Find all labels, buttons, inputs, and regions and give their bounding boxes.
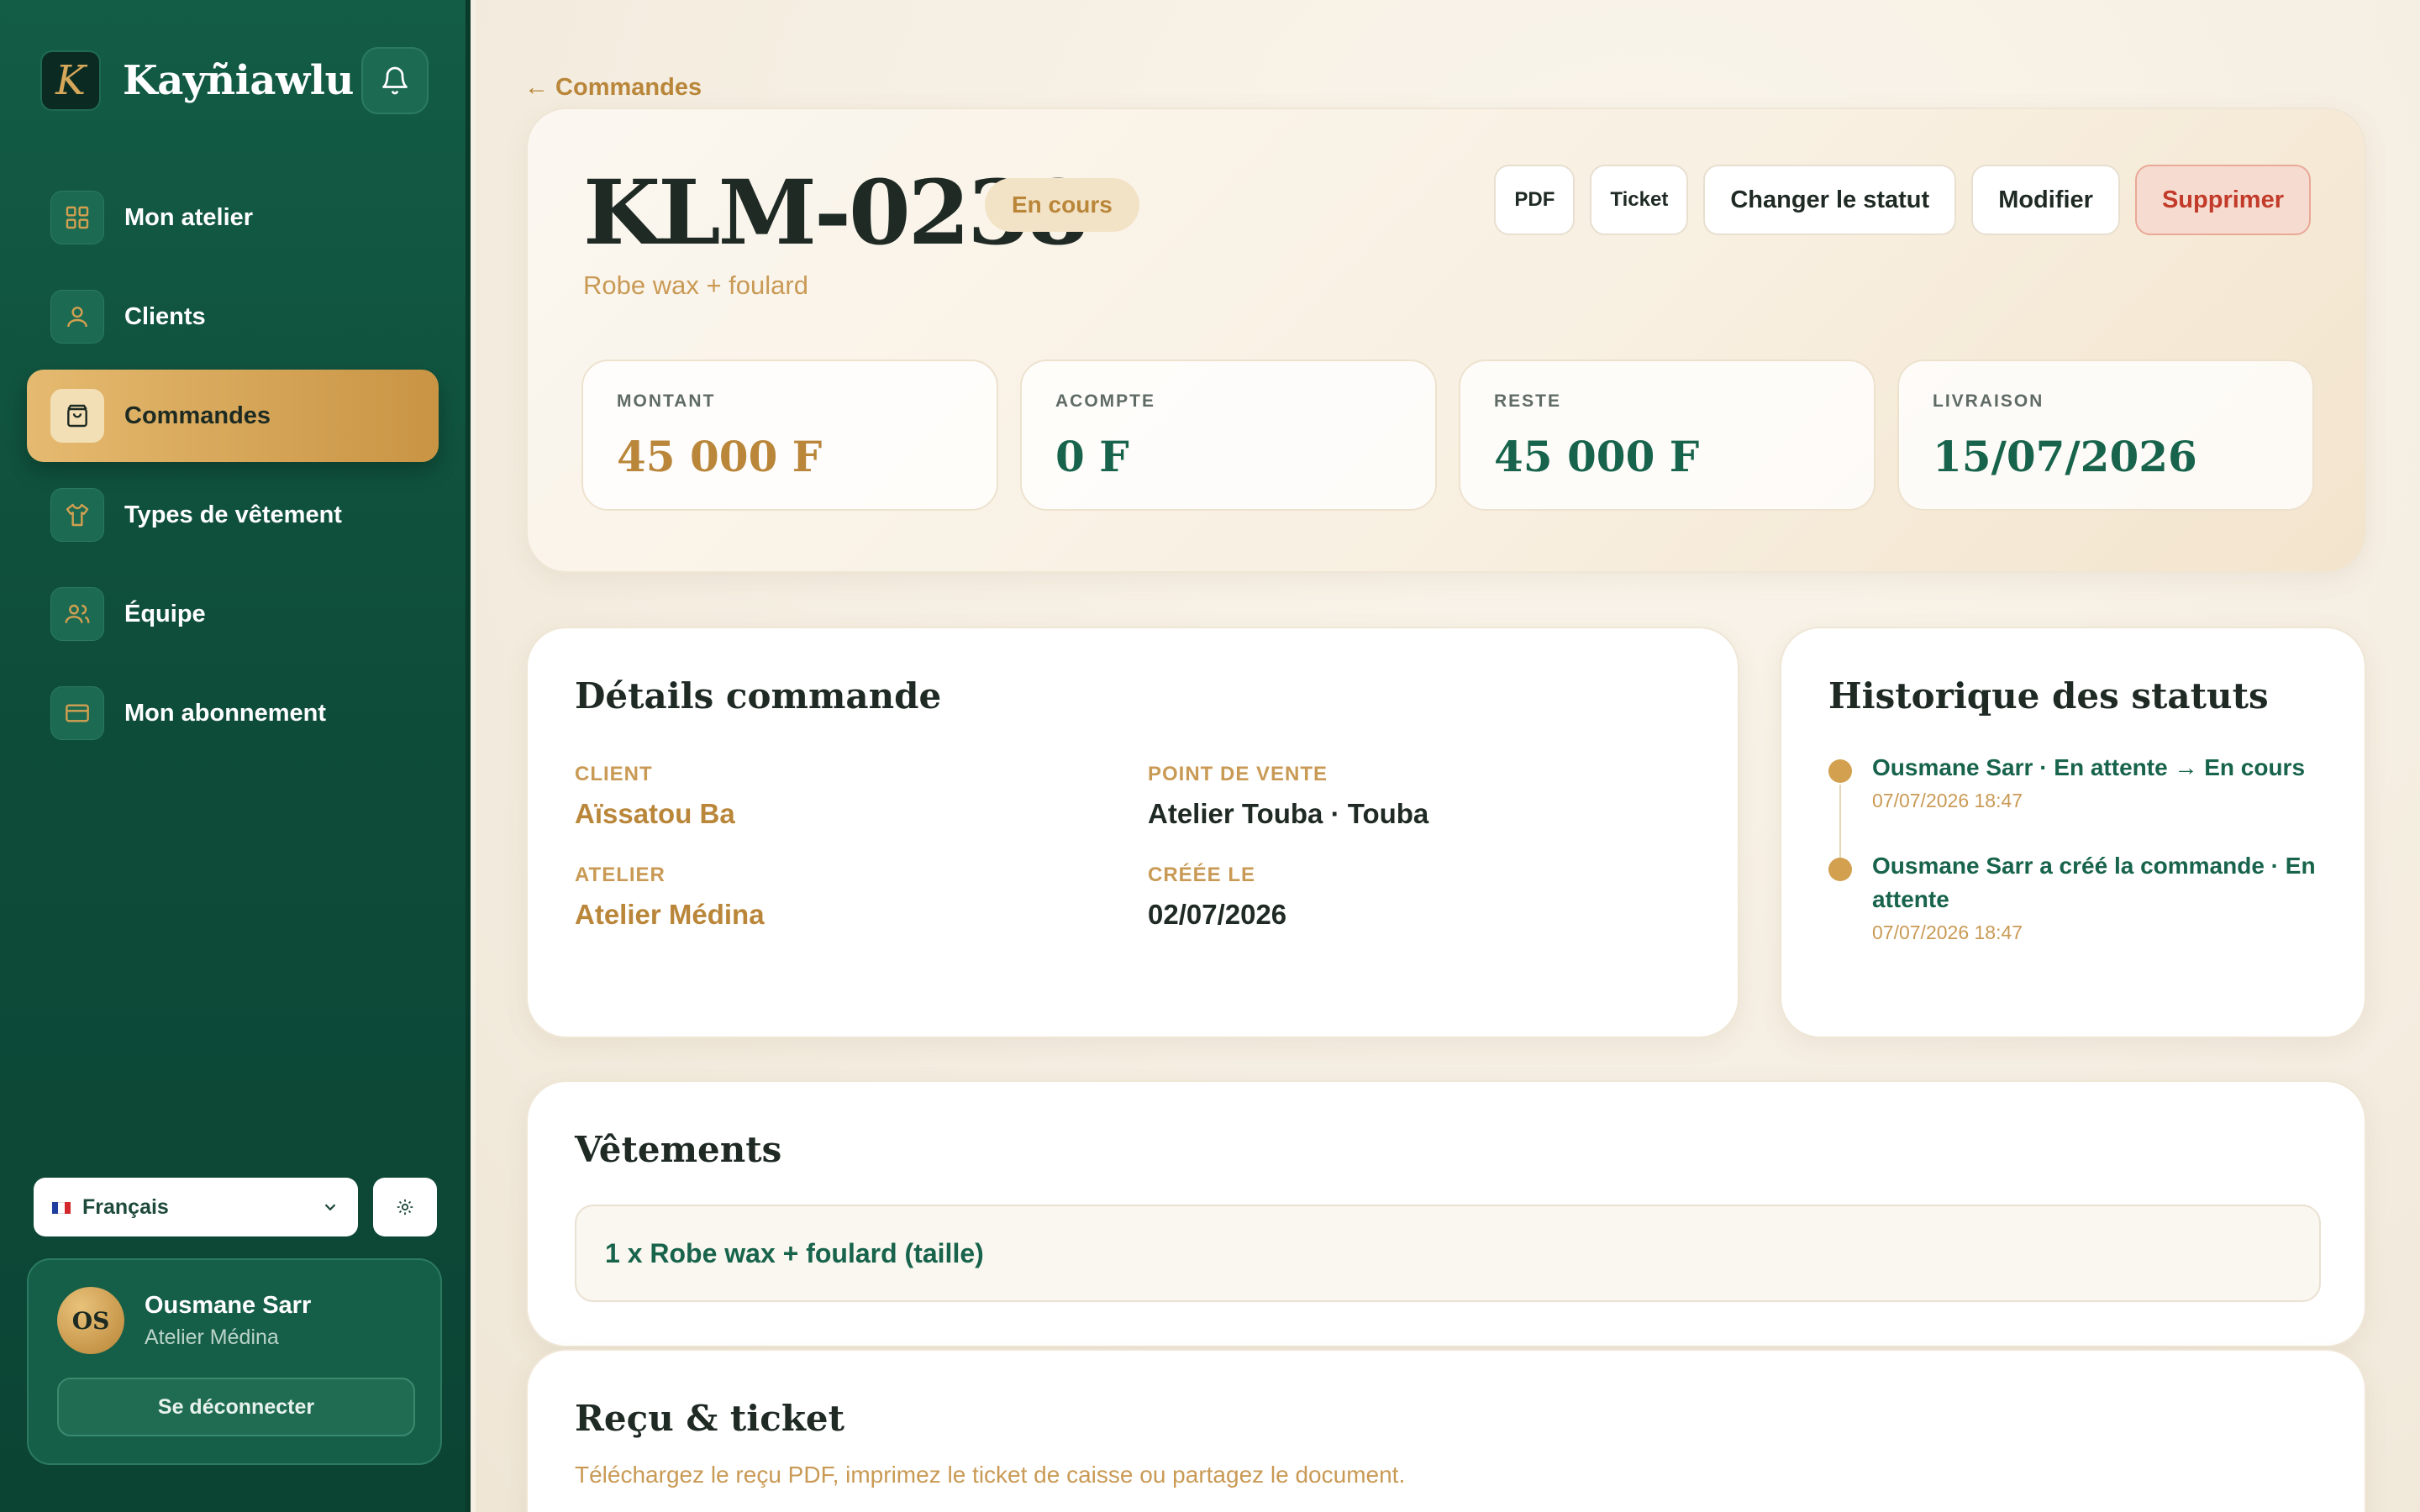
timeline-time: 07/07/2026 18:47	[1872, 790, 2023, 811]
client-link[interactable]: Aïssatou Ba	[575, 798, 735, 830]
details-title: Détails commande	[575, 675, 942, 717]
timeline-item: Ousmane Sarr · En attente → En cours 07/…	[1828, 751, 2333, 865]
sun-icon	[397, 1199, 413, 1215]
avatar[interactable]: OS	[57, 1287, 124, 1354]
field-label: CRÉÉE LE	[1148, 864, 1256, 886]
receipt-description: Téléchargez le reçu PDF, imprimez le tic…	[575, 1462, 1406, 1488]
user-card: OS Ousmane Sarr Atelier Médina Se déconn…	[27, 1258, 442, 1465]
timeline-dot	[1828, 858, 1852, 881]
stat-value: 0 F	[1055, 432, 1129, 481]
language-value-wrap: Français	[52, 1195, 169, 1220]
sidebar-item-abonnement[interactable]: Mon abonnement	[27, 667, 439, 759]
timeline-time: 07/07/2026 18:47	[1872, 921, 2023, 943]
order-subtitle: Robe wax + foulard	[583, 270, 808, 300]
sidebar-item-label: Équipe	[124, 600, 206, 627]
brand[interactable]: K Kayñiawlu	[40, 50, 354, 111]
stat-label: RESTE	[1494, 391, 1562, 411]
garments-card: Vêtements 1 x Robe wax + foulard (taille…	[526, 1080, 2366, 1347]
stat-livraison: LIVRAISON 15/07/2026	[1897, 360, 2314, 511]
brand-logo: K	[40, 50, 101, 111]
back-to-orders-link[interactable]: ← Commandes	[524, 74, 702, 102]
ticket-button[interactable]: Ticket	[1590, 165, 1689, 235]
timeline: Ousmane Sarr · En attente → En cours 07/…	[1828, 751, 2333, 981]
stat-reste: RESTE 45 000 F	[1459, 360, 1876, 511]
notifications-button[interactable]	[361, 47, 429, 114]
shopping-bag-icon	[50, 389, 104, 443]
stat-label: LIVRAISON	[1933, 391, 2044, 411]
field-label: CLIENT	[575, 763, 653, 785]
sidebar-item-label: Commandes	[124, 402, 271, 429]
field-label: POINT DE VENTE	[1148, 763, 1328, 785]
timeline-text: Ousmane Sarr a créé la commande · En att…	[1872, 853, 2316, 912]
main-content: ← Commandes KLM-0238 En cours Robe wax +…	[476, 0, 2420, 1512]
timeline-dot	[1828, 759, 1852, 783]
chevron-down-icon	[324, 1204, 336, 1211]
stats-row: MONTANT 45 000 F ACOMPTE 0 F RESTE 45 00…	[581, 360, 2314, 511]
field-value: 02/07/2026	[1148, 899, 1287, 930]
garment-item[interactable]: 1 x Robe wax + foulard (taille)	[575, 1205, 2321, 1302]
stat-montant: MONTANT 45 000 F	[581, 360, 998, 511]
sidebar-item-label: Types de vêtement	[124, 501, 342, 528]
sidebar-item-label: Mon abonnement	[124, 699, 327, 727]
delete-button[interactable]: Supprimer	[2134, 165, 2311, 235]
order-header-card: KLM-0238 En cours Robe wax + foulard PDF…	[526, 108, 2366, 573]
atelier-link[interactable]: Atelier Médina	[575, 899, 765, 931]
sidebar-item-equipe[interactable]: Équipe	[27, 568, 439, 660]
atelier-field: ATELIER Atelier Médina	[575, 864, 765, 931]
edit-button[interactable]: Modifier	[1971, 165, 2120, 235]
user-name: Ousmane Sarr	[145, 1292, 312, 1319]
change-status-button[interactable]: Changer le statut	[1703, 165, 1957, 235]
receipt-card: Reçu & ticket Téléchargez le reçu PDF, i…	[526, 1349, 2366, 1512]
field-value: Atelier Touba · Touba	[1148, 798, 1429, 829]
stat-label: ACOMPTE	[1055, 391, 1155, 411]
bell-icon	[382, 66, 408, 95]
stat-label: MONTANT	[617, 391, 716, 411]
created-field: CRÉÉE LE 02/07/2026	[1148, 864, 1286, 931]
garments-title: Vêtements	[575, 1129, 782, 1170]
timeline-item: Ousmane Sarr a créé la commande · En att…	[1828, 849, 2333, 944]
client-field: CLIENT Aïssatou Ba	[575, 763, 735, 830]
sidebar: K Kayñiawlu Mon atelier Clients Commande…	[0, 0, 471, 1512]
status-badge: En cours	[985, 178, 1139, 232]
order-details-card: Détails commande CLIENT Aïssatou Ba POIN…	[526, 627, 1739, 1038]
brand-name: Kayñiawlu	[123, 57, 354, 104]
sidebar-item-commandes[interactable]: Commandes	[27, 370, 439, 462]
stat-acompte: ACOMPTE 0 F	[1020, 360, 1437, 511]
stat-value: 45 000 F	[1494, 432, 1700, 481]
action-toolbar: PDF Ticket Changer le statut Modifier Su…	[1494, 165, 2311, 235]
french-flag-icon	[52, 1201, 71, 1214]
sidebar-item-label: Mon atelier	[124, 203, 254, 231]
team-icon	[50, 587, 104, 641]
sidebar-item-clients[interactable]: Clients	[27, 270, 439, 363]
sidebar-nav: Mon atelier Clients Commandes Types de v…	[27, 171, 439, 766]
history-title: Historique des statuts	[1828, 675, 2269, 717]
stat-value: 15/07/2026	[1933, 432, 2197, 481]
stat-value: 45 000 F	[617, 432, 823, 481]
credit-card-icon	[50, 686, 104, 740]
user-workshop: Atelier Médina	[145, 1326, 279, 1349]
shirt-icon	[50, 488, 104, 542]
pos-field: POINT DE VENTE Atelier Touba · Touba	[1148, 763, 1428, 830]
field-label: ATELIER	[575, 864, 666, 886]
dashboard-icon	[50, 191, 104, 244]
timeline-text: Ousmane Sarr · En attente → En cours	[1872, 754, 2306, 780]
sidebar-item-mon-atelier[interactable]: Mon atelier	[27, 171, 439, 264]
sidebar-item-types-vetement[interactable]: Types de vêtement	[27, 469, 439, 561]
receipt-title: Reçu & ticket	[575, 1398, 845, 1439]
sidebar-item-label: Clients	[124, 302, 206, 330]
language-row: Français	[34, 1178, 437, 1236]
user-icon	[50, 290, 104, 344]
theme-toggle-button[interactable]	[373, 1178, 437, 1236]
status-history-card: Historique des statuts Ousmane Sarr · En…	[1780, 627, 2366, 1038]
pdf-button[interactable]: PDF	[1494, 165, 1576, 235]
language-value: Français	[82, 1194, 169, 1219]
language-select[interactable]: Français	[34, 1178, 358, 1236]
logout-button[interactable]: Se déconnecter	[57, 1378, 415, 1436]
